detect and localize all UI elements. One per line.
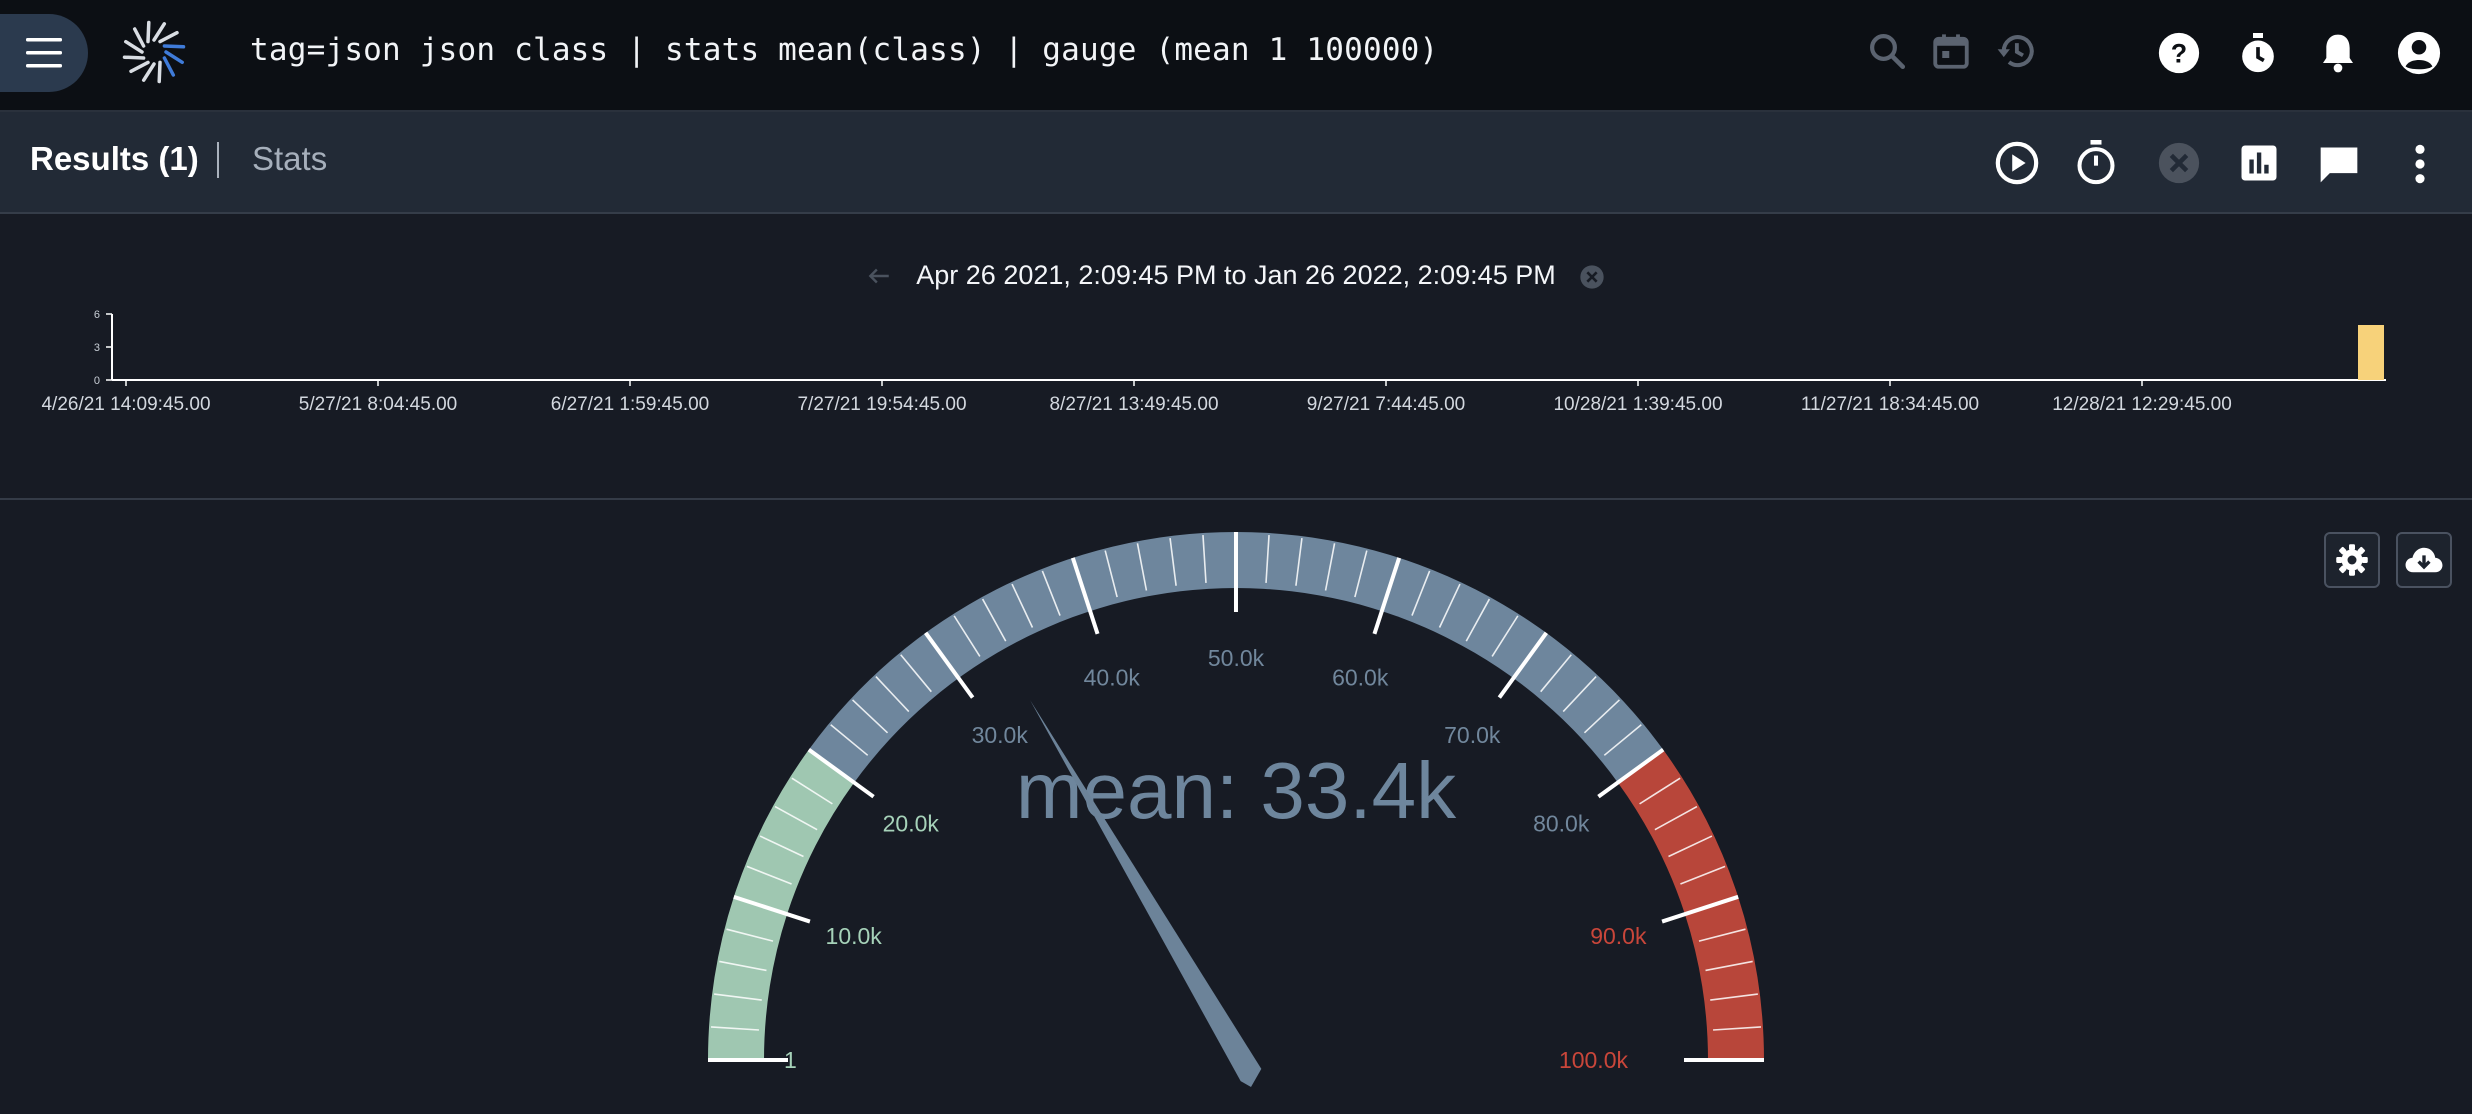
tab-results[interactable]: Results (1) [30,140,199,178]
gauge-tick-label: 60.0k [1332,665,1389,691]
cancel-icon[interactable] [2156,140,2202,186]
logo-spoke [158,30,179,44]
x-tick-label: 10/28/21 1:39:45.00 [1553,394,1722,415]
svg-text:?: ? [2171,39,2187,69]
x-tick-label: 4/26/21 14:09:45.00 [41,394,210,415]
comment-icon[interactable] [2316,142,2362,186]
calendar-icon[interactable] [1930,30,1972,72]
settings-icon [2336,544,2368,576]
y-tick-label: 6 [94,309,100,321]
menu-icon [26,38,62,68]
settings-button[interactable] [2324,532,2380,588]
gauge-tick-label: 1 [784,1047,797,1073]
timeline-histogram[interactable]: 6 3 0 4/26/21 14:09:45.00 5/27/21 8:04:45.00… [0,300,2472,430]
logo-spoke [146,20,151,44]
search-query[interactable]: tag=json json class | stats mean(class) … [250,32,1438,68]
y-tick-label: 3 [94,342,100,354]
more-vert-icon[interactable] [2406,142,2434,186]
logo-spoke [162,44,186,49]
x-tick-label: 5/27/21 8:04:45.00 [299,394,457,415]
search-icon[interactable] [1866,30,1908,72]
logo-spoke [132,27,146,48]
gauge-tick-label: 30.0k [972,722,1029,748]
gauge-tick-label: 40.0k [1084,665,1141,691]
cloud-download-icon [2405,547,2443,573]
gauge-tick-label: 100.0k [1559,1047,1629,1073]
history-icon[interactable] [1994,30,2038,72]
menu-button[interactable] [0,14,88,92]
logo-spoke [141,62,156,82]
logo-spoke [124,39,144,54]
clear-range-icon[interactable] [1578,263,1606,291]
x-tick-label: 7/27/21 19:54:45.00 [797,394,966,415]
logo-spoke [157,60,162,84]
gauge-tick-label: 70.0k [1444,722,1501,748]
account-icon[interactable] [2396,30,2442,76]
download-button[interactable] [2396,532,2452,588]
gauge-tick-label: 90.0k [1590,923,1647,949]
logo-spoke [129,60,150,74]
gauge-band [1617,749,1764,1060]
time-range-label: Apr 26 2021, 2:09:45 PM to Jan 26 2022, … [916,260,1556,290]
logo-spoke [122,55,146,60]
play-icon[interactable] [1994,140,2040,186]
tab-stats[interactable]: Stats [252,140,327,178]
bell-icon[interactable] [2318,30,2358,76]
x-tick-label: 12/28/21 12:29:45.00 [2052,394,2232,415]
x-tick-label: 9/27/21 7:44:45.00 [1307,394,1465,415]
histogram-bar [2358,325,2384,380]
logo-spoke [162,56,176,77]
logo-icon[interactable] [116,14,192,90]
y-tick-label: 0 [94,375,100,387]
x-tick-label: 11/27/21 18:34:45.00 [1801,394,1979,415]
x-tick-label: 8/27/21 13:49:45.00 [1049,394,1218,415]
logo-spoke [152,22,167,42]
stopwatch-icon[interactable] [2074,138,2118,186]
gauge-tick-label: 20.0k [883,811,940,837]
gauge-chart: 1 10.0k 20.0k 30.0k 40.0k 50.0k 60.0k 70.0k 80.0… [708,531,1764,1087]
gauge-tick-label: 50.0k [1208,645,1265,671]
tab-divider [217,142,219,178]
chart-icon[interactable] [2238,142,2280,184]
timer-icon[interactable] [2238,30,2278,76]
help-icon[interactable]: ? [2156,30,2202,76]
gauge-band [708,749,855,1060]
logo-spoke [164,50,184,65]
x-tick-label: 6/27/21 1:59:45.00 [551,394,709,415]
gauge-tick-label: 80.0k [1533,811,1590,837]
top-bar: tag=json json class | stats mean(class) … [0,0,2472,112]
gauge-tick-label: 10.0k [826,923,883,949]
